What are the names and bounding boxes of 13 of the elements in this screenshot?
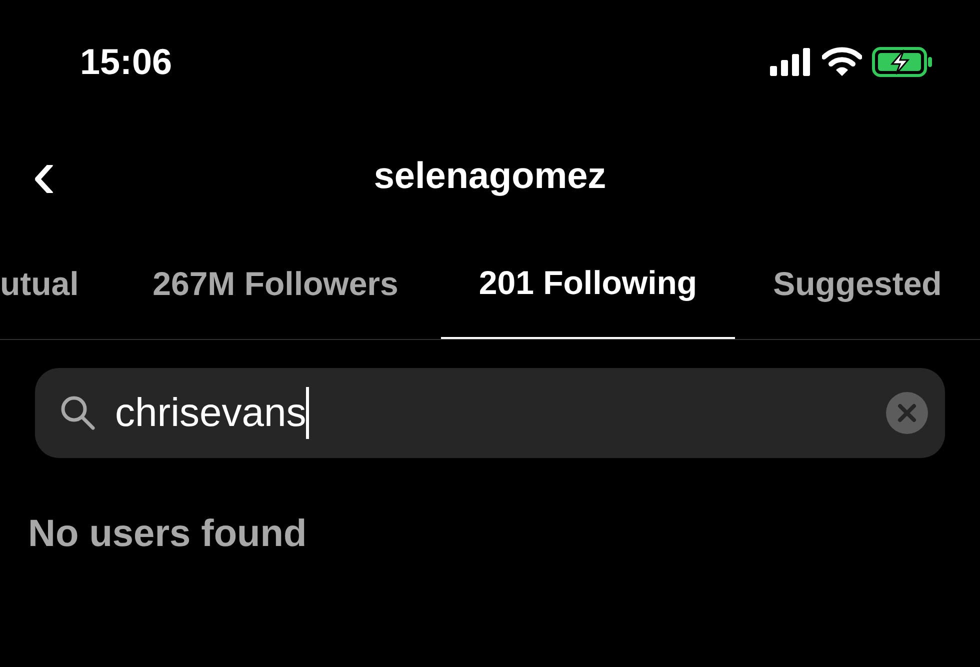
empty-results-message: No users found [28,513,307,555]
signal-icon [770,48,812,76]
wifi-icon [822,47,862,77]
clear-button[interactable] [885,391,929,435]
tab[interactable]: 267M Followers [110,228,441,339]
back-button[interactable]: ‹ [32,138,56,210]
tab[interactable]: utual [0,228,110,339]
status-time: 15:06 [80,40,172,84]
tab[interactable]: Suggested [735,228,980,339]
tab[interactable]: 201 Following [441,228,735,339]
search-icon [59,394,97,432]
profile-username: selenagomez [374,154,606,198]
search-field[interactable]: chrisevans [35,368,945,458]
